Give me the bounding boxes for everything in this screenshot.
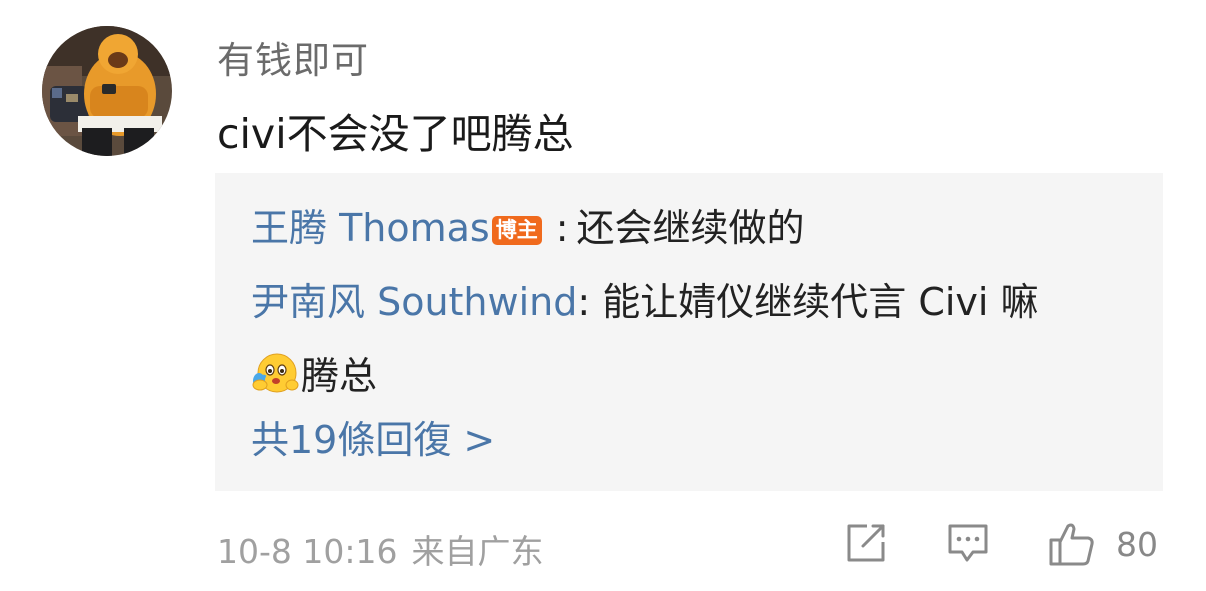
reply-separator: :: [555, 206, 569, 250]
comment-card: 有钱即可 civi不会没了吧腾总 王腾 Thomas 博主: 还会继续做的 尹南风 …: [0, 0, 1206, 591]
author-badge: 博主: [491, 216, 542, 246]
comment-location: 来自广东: [411, 532, 544, 571]
comment-meta: 10-8 10:16 来自广东: [217, 525, 544, 573]
view-all-replies-link[interactable]: 共19條回復 >: [251, 421, 495, 459]
like-count: 80: [1116, 525, 1158, 564]
reply-separator: :: [577, 280, 591, 324]
reply-text: 还会继续做的: [576, 206, 805, 250]
comment-icon[interactable]: [945, 520, 991, 570]
crying-hugging-emoji-icon: [251, 349, 299, 397]
thumbs-up-icon[interactable]: [1047, 520, 1097, 572]
comment-text: civi不会没了吧腾总: [217, 110, 574, 158]
reply-item: 尹南风 Southwind: 能让婧仪继续代言 Civi 嘛: [251, 283, 1039, 321]
avatar[interactable]: [42, 26, 172, 156]
reply-text: 能让婧仪继续代言 Civi 嘛: [602, 280, 1039, 324]
share-edit-icon[interactable]: [843, 520, 889, 570]
reply-text-continued: 腾总: [251, 345, 377, 400]
reply-author[interactable]: 尹南风 Southwind: [251, 280, 577, 324]
reply-text-tail: 腾总: [301, 354, 378, 398]
avatar-image: [42, 26, 172, 156]
reply-item: 王腾 Thomas 博主: 还会继续做的: [251, 209, 805, 247]
reply-author[interactable]: 王腾 Thomas: [251, 206, 490, 250]
comment-timestamp: 10-8 10:16: [217, 532, 398, 571]
comment-username[interactable]: 有钱即可: [217, 30, 369, 84]
replies-panel[interactable]: 王腾 Thomas 博主: 还会继续做的 尹南风 Southwind: 能让婧仪继续…: [215, 173, 1163, 491]
